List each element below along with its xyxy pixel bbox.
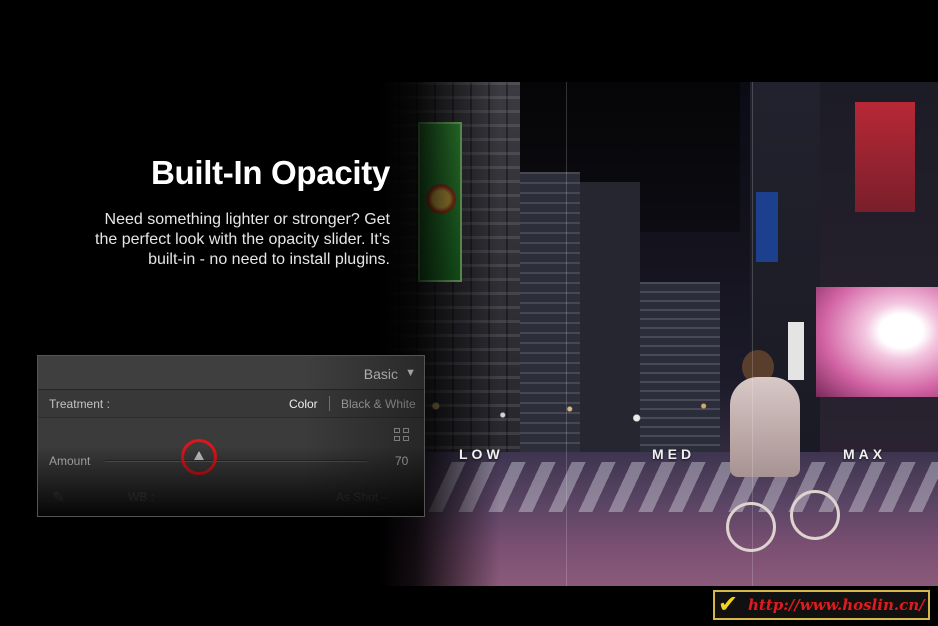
store-sign (520, 172, 552, 232)
store-sign (788, 322, 804, 380)
description-line: Need something lighter or stronger? Get (104, 211, 390, 228)
crosswalk (428, 462, 938, 512)
basic-panel: Basic ▼ Treatment : Color Black & White … (37, 355, 425, 517)
watermark: ✔ http://www.hoslin.cn/ (713, 590, 930, 620)
wb-value[interactable]: As Shot – (336, 490, 388, 504)
panel-header[interactable]: Basic ▼ (38, 356, 424, 390)
description-line: built-in - no need to install plugins. (148, 251, 390, 268)
description: Need something lighter or stronger? Get … (60, 210, 390, 270)
level-label-med: MED (652, 446, 696, 462)
cyclist (730, 377, 800, 477)
amount-label: Amount (49, 454, 91, 468)
treatment-row: Treatment : Color Black & White (38, 390, 424, 418)
bicycle-wheel (790, 490, 840, 540)
treatment-bw-option[interactable]: Black & White (341, 397, 416, 411)
treatment-separator (329, 396, 330, 411)
section-divider (566, 82, 567, 586)
bicycle-wheel (726, 502, 776, 552)
level-label-max: MAX (843, 446, 887, 462)
neon-sign (855, 102, 915, 212)
treatment-label: Treatment : (49, 397, 110, 411)
checkmark-icon: ✔ (718, 591, 739, 618)
wb-row: ✎ WB : As Shot – (38, 480, 424, 516)
page-title: Built-In Opacity (150, 154, 390, 191)
section-divider (752, 82, 753, 586)
treatment-color-option[interactable]: Color (289, 397, 318, 411)
amount-value[interactable]: 70 (395, 454, 408, 468)
watermark-url: http://www.hoslin.cn/ (748, 596, 925, 614)
grid-icon[interactable] (394, 428, 410, 442)
store-sign (756, 192, 778, 262)
panel-title: Basic (363, 366, 398, 382)
eyedropper-icon[interactable]: ✎ (52, 488, 65, 508)
neon-sign (816, 287, 938, 397)
description-line: the perfect look with the opacity slider… (95, 231, 390, 248)
wb-label: WB : (128, 490, 154, 504)
amount-slider-track[interactable] (105, 460, 367, 462)
level-label-low: LOW (459, 446, 504, 462)
triangle-down-icon[interactable]: ▼ (405, 367, 416, 379)
amount-row: Amount 70 (38, 418, 424, 480)
highlight-ring (181, 439, 218, 475)
